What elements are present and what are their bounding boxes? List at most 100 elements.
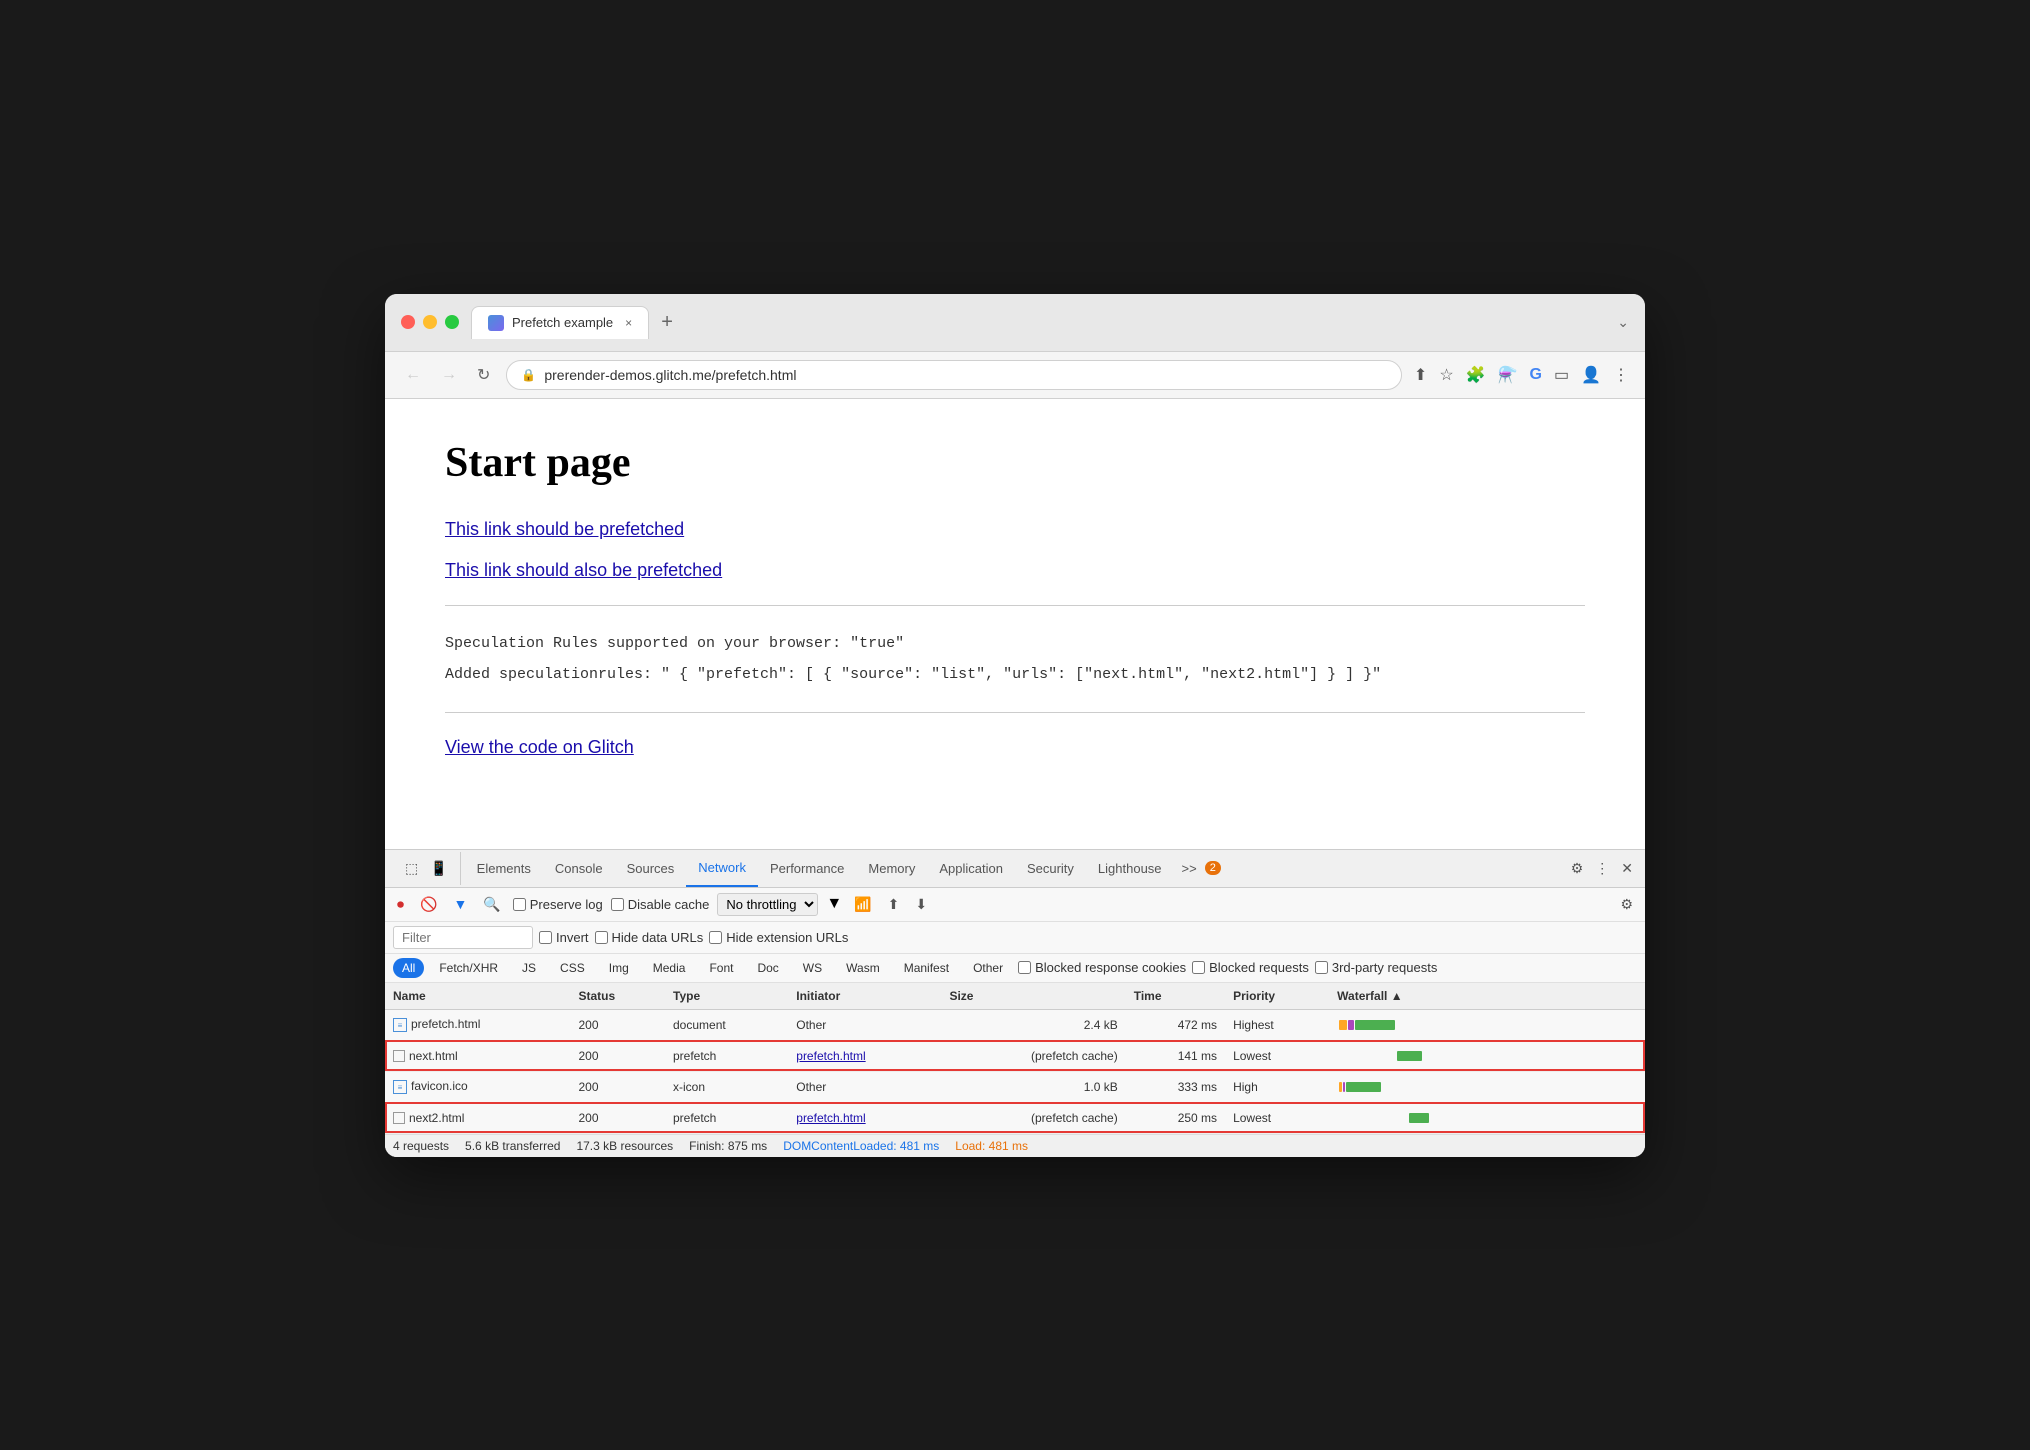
col-time[interactable]: Time	[1126, 983, 1225, 1010]
glitch-link[interactable]: View the code on Glitch	[445, 737, 634, 757]
tab-sources[interactable]: Sources	[615, 851, 687, 886]
clear-button[interactable]: 🚫	[416, 892, 441, 917]
extension-icon[interactable]: 🧩	[1466, 365, 1486, 385]
third-party-checkbox[interactable]	[1315, 961, 1328, 974]
disable-cache-label[interactable]: Disable cache	[611, 897, 710, 912]
filter-manifest[interactable]: Manifest	[895, 958, 958, 978]
menu-icon[interactable]: ⋮	[1613, 365, 1629, 385]
google-icon[interactable]: G	[1530, 366, 1542, 384]
tab-close-button[interactable]: ×	[625, 316, 632, 330]
bookmark-icon[interactable]: ☆	[1439, 365, 1453, 385]
invert-checkbox[interactable]	[539, 931, 552, 944]
filter-icon[interactable]: ▼	[449, 892, 471, 916]
hide-data-urls-checkbox[interactable]	[595, 931, 608, 944]
tab-performance[interactable]: Performance	[758, 851, 856, 886]
hide-data-urls-label[interactable]: Hide data URLs	[595, 930, 704, 945]
upload-icon[interactable]: ⬆	[884, 892, 904, 917]
hide-extension-urls-checkbox[interactable]	[709, 931, 722, 944]
inspect-element-icon[interactable]: ⬚	[401, 852, 422, 885]
close-button[interactable]	[401, 315, 415, 329]
filter-css[interactable]: CSS	[551, 958, 594, 978]
filter-fetch-xhr[interactable]: Fetch/XHR	[430, 958, 507, 978]
new-tab-button[interactable]: +	[653, 307, 681, 338]
col-status[interactable]: Status	[570, 983, 665, 1010]
wifi-icon[interactable]: 📶	[850, 892, 875, 917]
filter-img[interactable]: Img	[600, 958, 638, 978]
invert-label[interactable]: Invert	[539, 930, 589, 945]
filter-doc[interactable]: Doc	[748, 958, 787, 978]
initiator-link[interactable]: prefetch.html	[796, 1111, 865, 1125]
tab-network[interactable]: Network	[686, 850, 758, 887]
cell-name: next.html	[385, 1040, 570, 1071]
filter-ws[interactable]: WS	[794, 958, 831, 978]
labs-icon[interactable]: ⚗️	[1498, 365, 1518, 385]
filter-input[interactable]	[393, 926, 533, 949]
devtools-more-icon[interactable]: ⋮	[1591, 852, 1613, 885]
maximize-button[interactable]	[445, 315, 459, 329]
cell-priority: High	[1225, 1071, 1329, 1102]
share-icon[interactable]: ⬆	[1414, 365, 1427, 385]
link-prefetch-1[interactable]: This link should be prefetched	[445, 519, 1585, 540]
tab-application[interactable]: Application	[927, 851, 1015, 886]
cell-type: prefetch	[665, 1040, 788, 1071]
devtools-settings-icon[interactable]: ⚙	[1567, 852, 1588, 885]
blocked-requests-label[interactable]: Blocked requests	[1192, 960, 1309, 975]
disable-cache-checkbox[interactable]	[611, 898, 624, 911]
initiator-link[interactable]: prefetch.html	[796, 1049, 865, 1063]
record-button[interactable]: ⏺	[393, 892, 408, 917]
tab-lighthouse[interactable]: Lighthouse	[1086, 851, 1174, 886]
col-name[interactable]: Name	[385, 983, 570, 1010]
col-waterfall[interactable]: Waterfall ▲	[1329, 983, 1645, 1010]
search-icon[interactable]: 🔍	[479, 892, 504, 917]
cell-type: document	[665, 1009, 788, 1040]
cell-initiator: Other	[788, 1071, 941, 1102]
filter-all[interactable]: All	[393, 958, 424, 978]
back-button[interactable]: ←	[401, 362, 425, 388]
filter-other[interactable]: Other	[964, 958, 1012, 978]
speculation-rules-text: Speculation Rules supported on your brow…	[445, 630, 1585, 657]
reload-button[interactable]: ↻	[473, 361, 494, 389]
device-toolbar-icon[interactable]: 📱	[426, 852, 451, 885]
minimize-button[interactable]	[423, 315, 437, 329]
download-icon[interactable]: ⬇	[911, 892, 931, 917]
table-row[interactable]: ≡favicon.ico 200 x-icon Other 1.0 kB 333…	[385, 1071, 1645, 1102]
filter-wasm[interactable]: Wasm	[837, 958, 889, 978]
tab-memory[interactable]: Memory	[856, 851, 927, 886]
link-prefetch-2[interactable]: This link should also be prefetched	[445, 560, 1585, 581]
filter-media[interactable]: Media	[644, 958, 695, 978]
table-row[interactable]: next2.html 200 prefetch prefetch.html (p…	[385, 1102, 1645, 1133]
hide-extension-urls-label[interactable]: Hide extension URLs	[709, 930, 848, 945]
tab-favicon	[488, 315, 504, 331]
blocked-requests-checkbox[interactable]	[1192, 961, 1205, 974]
tab-list-chevron[interactable]: ⌄	[1617, 314, 1629, 331]
table-row[interactable]: ≡prefetch.html 200 document Other 2.4 kB…	[385, 1009, 1645, 1040]
filter-js[interactable]: JS	[513, 958, 545, 978]
cell-waterfall	[1329, 1102, 1645, 1133]
preserve-log-label[interactable]: Preserve log	[513, 897, 603, 912]
active-tab[interactable]: Prefetch example ×	[471, 306, 649, 339]
url-bar[interactable]: 🔒 prerender-demos.glitch.me/prefetch.htm…	[506, 360, 1402, 390]
devtools-close-icon[interactable]: ✕	[1617, 852, 1637, 885]
table-row[interactable]: next.html 200 prefetch prefetch.html (pr…	[385, 1040, 1645, 1071]
reading-list-icon[interactable]: ▭	[1554, 365, 1569, 385]
tab-console[interactable]: Console	[543, 851, 615, 886]
col-priority[interactable]: Priority	[1225, 983, 1329, 1010]
cell-status: 200	[570, 1071, 665, 1102]
third-party-label[interactable]: 3rd-party requests	[1315, 960, 1438, 975]
forward-button[interactable]: →	[437, 362, 461, 388]
col-initiator[interactable]: Initiator	[788, 983, 941, 1010]
blocked-cookies-checkbox[interactable]	[1018, 961, 1031, 974]
network-settings-icon[interactable]: ⚙	[1616, 892, 1637, 917]
preserve-log-checkbox[interactable]	[513, 898, 526, 911]
throttle-select[interactable]: No throttling	[717, 893, 818, 916]
col-type[interactable]: Type	[665, 983, 788, 1010]
blocked-cookies-label[interactable]: Blocked response cookies	[1018, 960, 1186, 975]
col-size[interactable]: Size	[941, 983, 1125, 1010]
filter-font[interactable]: Font	[700, 958, 742, 978]
more-tabs-button[interactable]: >>	[1174, 853, 1205, 884]
load-time: Load: 481 ms	[955, 1139, 1028, 1153]
profile-icon[interactable]: 👤	[1581, 365, 1601, 385]
devtools-tab-bar: ⬚ 📱 Elements Console Sources Network Per…	[385, 850, 1645, 888]
tab-security[interactable]: Security	[1015, 851, 1086, 886]
tab-elements[interactable]: Elements	[465, 851, 543, 886]
